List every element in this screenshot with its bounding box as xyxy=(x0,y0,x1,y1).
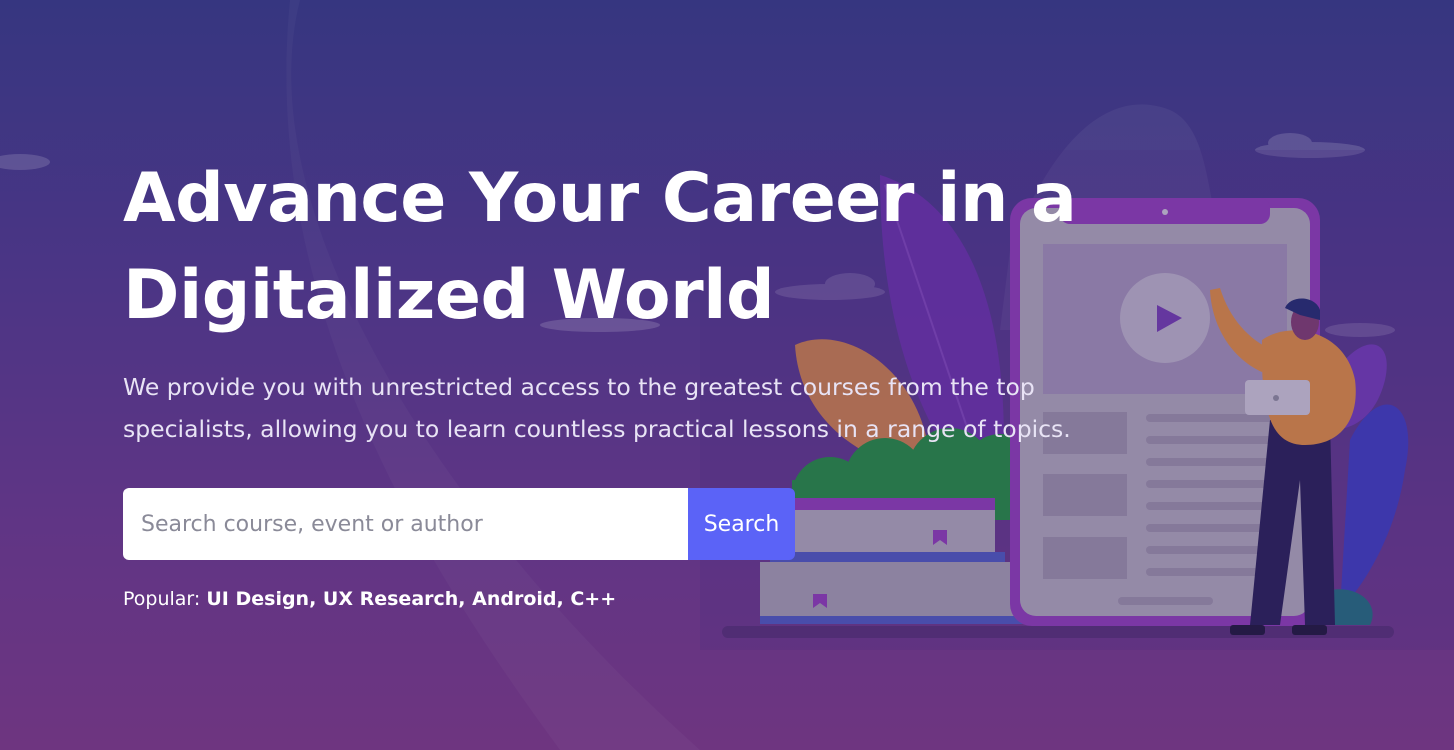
page-title: Advance Your Career in a Digitalized Wor… xyxy=(123,150,1123,344)
search-bar: Search xyxy=(123,488,795,560)
page-title-line-2: Digitalized World xyxy=(123,256,775,335)
popular-label: Popular: xyxy=(123,588,201,610)
popular-tags[interactable]: UI Design, UX Research, Android, C++ xyxy=(206,588,616,610)
search-button[interactable]: Search xyxy=(688,488,795,560)
hero-section: Advance Your Career in a Digitalized Wor… xyxy=(123,150,1123,610)
page-title-line-1: Advance Your Career in a xyxy=(123,159,1077,238)
popular-searches: Popular: UI Design, UX Research, Android… xyxy=(123,588,1123,610)
hero-description: We provide you with unrestricted access … xyxy=(123,373,1071,443)
search-input[interactable] xyxy=(123,488,688,560)
